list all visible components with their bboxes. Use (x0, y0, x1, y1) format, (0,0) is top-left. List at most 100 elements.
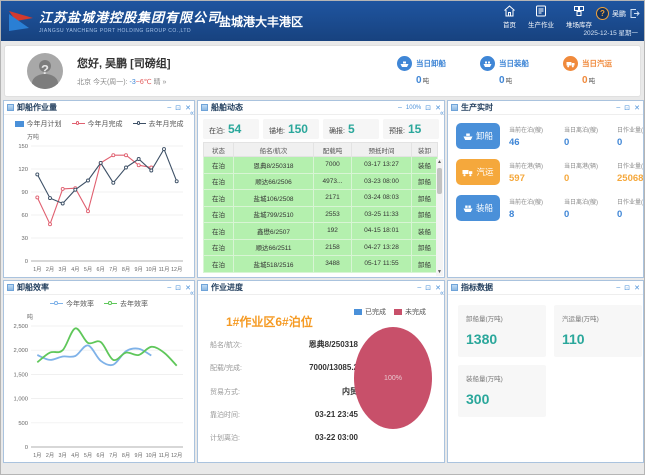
column-header[interactable]: 船名/航次 (234, 143, 314, 157)
logout-icon[interactable] (629, 8, 640, 19)
field-stowage: 配载/完成:7000/13085.2 (210, 363, 358, 373)
panel-title: 卸船效率 (17, 282, 49, 293)
unload-button[interactable]: 卸船 (456, 123, 500, 149)
panel-icon (451, 284, 458, 291)
svg-text:8月: 8月 (122, 266, 130, 273)
stat-value: 0 (582, 75, 588, 86)
scroll-up-icon[interactable]: ▲ (436, 159, 443, 166)
table-cell: 04-15 18:01 (352, 223, 412, 240)
legend-item[interactable]: 今年月计划 (15, 119, 62, 129)
popout-icon[interactable]: ⊡ (624, 284, 630, 292)
user-bar: ? 您好, 吴鹏 [司磅组] 北京 今天(周一): -3~6℃ 晴 » 当日卸船… (4, 45, 641, 97)
legend-item[interactable]: 去年效率 (104, 299, 148, 309)
close-icon[interactable]: ✕ (634, 284, 640, 292)
truck-button[interactable]: 汽运 (456, 159, 500, 185)
table-row[interactable]: 在泊鑫懋6/250719204-15 18:01装船 (204, 223, 438, 240)
minimize-icon[interactable]: – (616, 284, 620, 291)
splitter-collapse-icon[interactable]: « (440, 110, 444, 117)
svg-text:10月: 10月 (146, 266, 157, 273)
splitter-collapse-icon[interactable]: « (190, 110, 194, 117)
stat-label: 当日装船 (499, 58, 529, 69)
panel-unload-volume: 卸船作业量 –⊡✕ 今年月计划今年月完成去年月完成 0306090120150万… (3, 100, 195, 278)
stat-confirmed: 确报:5 (323, 119, 379, 139)
legend-item[interactable]: 未完成 (394, 307, 426, 317)
table-cell: 装船 (412, 157, 438, 174)
stat-berthed: 在泊:54 (203, 119, 259, 139)
zoom-level[interactable]: 100% (406, 105, 421, 111)
legend-item[interactable]: 今年月完成 (72, 119, 123, 129)
column-header[interactable]: 预抵时间 (352, 143, 412, 157)
table-cell: 2158 (314, 239, 352, 256)
table-cell: 2171 (314, 190, 352, 207)
panel-controls: –100%⊡✕ (398, 104, 441, 112)
ship-table: 状态船名/航次配载吨预抵时间装卸 在泊恩典8/250318700003-17 1… (203, 142, 438, 273)
column-header[interactable]: 配载吨 (314, 143, 352, 157)
popout-icon[interactable]: ⊡ (175, 284, 181, 292)
prod-col: 日作业量(吨)0 (617, 197, 644, 220)
table-cell: 卸船 (412, 190, 438, 207)
table-row[interactable]: 在泊顺达66/2511215804-27 13:28卸船 (204, 239, 438, 256)
minimize-icon[interactable]: – (398, 104, 402, 111)
popout-icon[interactable]: ⊡ (624, 104, 630, 112)
pie-legend: 已完成 未完成 (354, 307, 426, 317)
table-scrollbar[interactable]: ▲ ▼ (436, 159, 443, 276)
minimize-icon[interactable]: – (417, 284, 421, 291)
table-cell: 在泊 (204, 190, 234, 207)
minimize-icon[interactable]: – (167, 104, 171, 111)
table-row[interactable]: 在泊盐城799/2510255303-25 11:33卸船 (204, 206, 438, 223)
legend-item[interactable]: 已完成 (354, 307, 386, 317)
stat-label: 当日汽运 (582, 58, 612, 69)
production-rows: 卸船 当前在泊(艘)46 当日离泊(艘)0 日作业量(吨)0 汽运 当前在港(辆… (448, 115, 643, 221)
greeting-text: 您好, 吴鹏 [司磅组] (77, 55, 171, 71)
column-header[interactable]: 装卸 (412, 143, 438, 157)
table-cell: 卸船 (412, 239, 438, 256)
panel-header: 指标数据 –⊡✕ (448, 281, 643, 295)
nav-home[interactable]: 首页 (503, 5, 516, 29)
stat-value: 0 (416, 75, 422, 86)
company-name-en: JIANGSU YANCHENG PORT HOLDING GROUP CO.,… (39, 28, 221, 34)
column-header[interactable]: 状态 (204, 143, 234, 157)
table-row[interactable]: 在泊顺达66/25064973...03-23 08:00卸船 (204, 173, 438, 190)
legend-item[interactable]: 去年月完成 (133, 119, 184, 129)
panel-title: 卸船作业量 (17, 102, 57, 113)
avatar[interactable]: ? (27, 53, 63, 89)
table-cell: 03-23 08:00 (352, 173, 412, 190)
scrollbar-thumb[interactable] (437, 168, 442, 194)
table-row[interactable]: 在泊盐城106/2508217103-24 08:03卸船 (204, 190, 438, 207)
ship-table-body: 在泊恩典8/250318700003-17 13:27装船在泊顺达66/2506… (204, 157, 438, 273)
field-ship: 船名/航次:恩典8/250318 (210, 339, 358, 350)
minimize-icon[interactable]: – (616, 104, 620, 111)
dashboard-grid: 卸船作业量 –⊡✕ 今年月计划今年月完成去年月完成 0306090120150万… (3, 100, 644, 463)
panel-title: 作业进度 (211, 282, 243, 293)
load-button[interactable]: 装船 (456, 195, 500, 221)
nav-inventory[interactable]: 堆场库存 (566, 5, 592, 29)
table-row[interactable]: 在泊恩典8/250318700003-17 13:27装船 (204, 157, 438, 174)
table-row[interactable]: 在泊盐城518/2516348805-17 11:55卸船 (204, 256, 438, 273)
svg-text:10月: 10月 (146, 452, 157, 459)
svg-text:0: 0 (25, 259, 28, 265)
job-fields: 船名/航次:恩典8/250318 配载/完成:7000/13085.2 贸易方式… (210, 339, 358, 456)
svg-text:2月: 2月 (46, 266, 54, 273)
splitter-collapse-icon[interactable]: « (440, 290, 444, 297)
nav-production[interactable]: 生产作业 (528, 5, 554, 29)
prod-col: 当前在港(辆)597 (509, 161, 561, 184)
legend-item[interactable]: 今年效率 (50, 299, 94, 309)
svg-text:5月: 5月 (84, 266, 92, 273)
close-icon[interactable]: ✕ (634, 104, 640, 112)
user-chip[interactable]: ? 吴鹏 (596, 7, 640, 20)
weather-city: 北京 今天(周一): (77, 79, 128, 86)
popout-icon[interactable]: ⊡ (425, 104, 431, 112)
table-cell: 在泊 (204, 256, 234, 273)
weather-text[interactable]: 北京 今天(周一): -3~6℃ 晴 » (77, 77, 171, 87)
popout-icon[interactable]: ⊡ (425, 284, 431, 292)
minimize-icon[interactable]: – (167, 284, 171, 291)
stat-unit: 吨 (506, 78, 513, 85)
table-cell: 7000 (314, 157, 352, 174)
svg-text:1月: 1月 (33, 266, 41, 273)
popout-icon[interactable]: ⊡ (175, 104, 181, 112)
svg-text:3月: 3月 (59, 266, 67, 273)
scroll-down-icon[interactable]: ▼ (436, 269, 443, 276)
splitter-collapse-icon[interactable]: « (190, 290, 194, 297)
panel-controls: –⊡✕ (167, 104, 191, 112)
legend-swatch (15, 121, 24, 127)
